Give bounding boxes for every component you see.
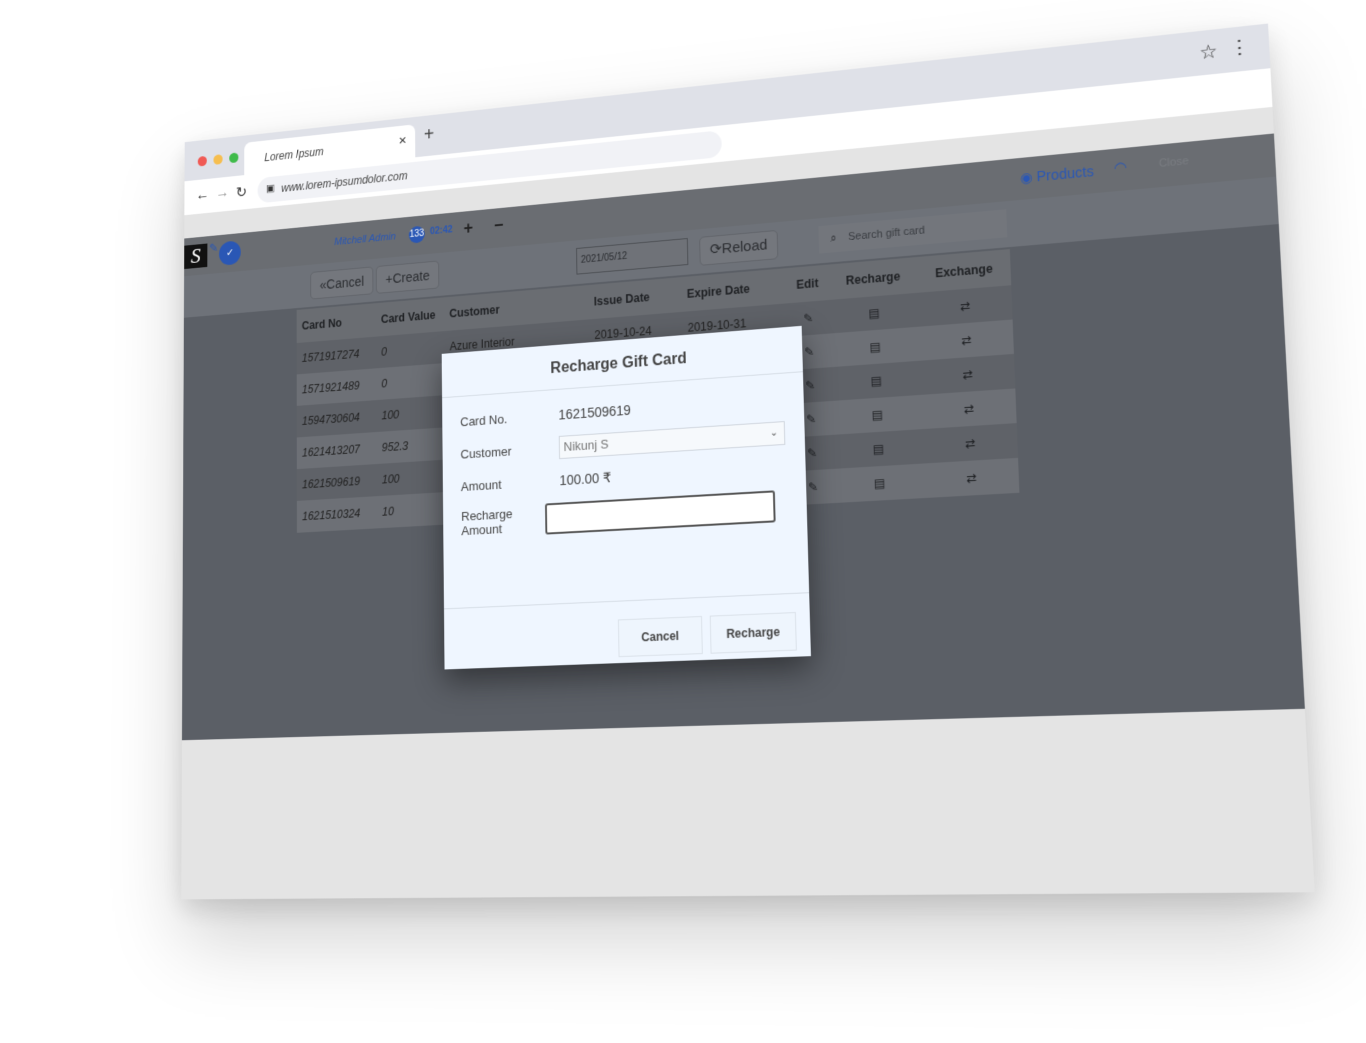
- credit-card-icon[interactable]: ▤: [830, 303, 919, 324]
- col-card-no: Card No: [301, 316, 342, 333]
- dialog-cancel-button[interactable]: Cancel: [617, 615, 703, 658]
- card-no-cell: 1621510324: [302, 506, 361, 524]
- card-value-cell: 0: [381, 345, 388, 359]
- back-button[interactable]: ←: [196, 187, 209, 204]
- customer-select[interactable]: Nikunj S ⌄: [558, 421, 786, 460]
- credit-card-icon[interactable]: ▤: [833, 405, 923, 425]
- wifi-icon: ◠: [1113, 158, 1128, 178]
- exchange-icon[interactable]: ⇄: [924, 468, 1019, 488]
- card-value-cell: 0: [381, 376, 388, 391]
- pos-app: S ✎ ✓ Mitchell Admin 133 02:42 + − ◉ Pro…: [181, 133, 1305, 741]
- card-no-cell: 1594730604: [301, 410, 360, 428]
- close-window-button[interactable]: [197, 155, 207, 167]
- credit-card-icon[interactable]: ▤: [834, 439, 924, 459]
- cancel-button[interactable]: «Cancel: [310, 266, 374, 300]
- edit-icon[interactable]: ✎: [787, 310, 830, 327]
- card-no-cell: 1571921489: [301, 378, 360, 397]
- products-label: Products: [1036, 162, 1095, 185]
- card-value-cell: 100: [381, 407, 400, 423]
- user-name[interactable]: Mitchell Admin: [334, 231, 396, 248]
- reload-button[interactable]: ↻: [236, 183, 247, 202]
- exchange-icon[interactable]: ⇄: [923, 433, 1017, 453]
- col-edit: Edit: [796, 276, 819, 292]
- col-exchange: Exchange: [934, 261, 993, 281]
- lock-icon: ▣: [266, 182, 275, 195]
- amount-label: Amount: [460, 477, 502, 495]
- eye-icon: ◉: [1019, 168, 1037, 186]
- reload-button[interactable]: ⟳Reload: [699, 229, 779, 266]
- card-no-value: 1621509619: [558, 402, 631, 423]
- url-text: www.lorem-ipsumdolor.com: [281, 169, 408, 195]
- remove-order-button[interactable]: −: [494, 215, 504, 236]
- col-expire-date: Expire Date: [686, 281, 751, 301]
- credit-card-icon[interactable]: ▤: [832, 371, 922, 391]
- recharge-amount-input[interactable]: [544, 490, 776, 535]
- credit-card-icon[interactable]: ▤: [831, 337, 921, 358]
- bookmark-star-icon[interactable]: ☆: [1199, 40, 1218, 65]
- col-recharge: Recharge: [845, 269, 901, 288]
- col-card-value: Card Value: [380, 308, 436, 326]
- window-controls: [197, 152, 239, 167]
- dialog-recharge-button[interactable]: Recharge: [709, 612, 797, 654]
- page-bottom-area: [181, 708, 1315, 900]
- pencil-icon[interactable]: ✎: [209, 241, 218, 256]
- forward-button[interactable]: →: [216, 185, 229, 203]
- close-tab-icon[interactable]: ×: [399, 133, 407, 149]
- card-no-cell: 1621413207: [301, 442, 360, 460]
- order-time: 02:42: [429, 224, 453, 238]
- add-order-button[interactable]: +: [464, 218, 474, 238]
- browser-menu-icon[interactable]: ⋮: [1229, 36, 1251, 61]
- exchange-icon[interactable]: ⇄: [921, 364, 1015, 385]
- card-value-cell: 100: [381, 472, 400, 487]
- amount-value: 100.00 ₹: [559, 469, 612, 489]
- dialog-body: Card No. 1621509619 Customer Nikunj S ⌄ …: [442, 372, 810, 610]
- products-link[interactable]: ◉ Products: [1020, 163, 1094, 187]
- create-button[interactable]: +Create: [375, 260, 440, 294]
- recharge-amount-label: Recharge Amount: [461, 506, 513, 539]
- col-customer: Customer: [449, 303, 500, 321]
- card-value-cell: 10: [382, 504, 394, 519]
- close-link[interactable]: Close: [1158, 155, 1189, 170]
- card-no-cell: 1621509619: [302, 474, 361, 492]
- customer-selected-value: Nikunj S: [563, 436, 609, 455]
- minimize-window-button[interactable]: [213, 154, 223, 165]
- new-tab-button[interactable]: +: [424, 124, 434, 146]
- card-no-label: Card No.: [460, 411, 508, 429]
- tab-title: Lorem Ipsum: [264, 145, 324, 165]
- search-icon: ⌕: [830, 232, 837, 245]
- credit-card-icon[interactable]: ▤: [835, 474, 925, 493]
- recharge-gift-card-dialog: Recharge Gift Card Card No. 1621509619 C…: [441, 325, 811, 670]
- search-input[interactable]: ⌕ Search gift card: [818, 209, 1008, 254]
- customer-label: Customer: [460, 443, 512, 462]
- exchange-icon[interactable]: ⇄: [920, 330, 1014, 351]
- col-issue-date: Issue Date: [593, 290, 650, 309]
- browser-window: Lorem Ipsum × + ☆ ⋮ ← → ↻ ▣ www.lorem-ip…: [181, 23, 1315, 900]
- exchange-icon[interactable]: ⇄: [919, 295, 1013, 316]
- maximize-window-button[interactable]: [229, 152, 239, 164]
- search-placeholder: Search gift card: [847, 224, 925, 244]
- order-count-badge[interactable]: 133: [408, 225, 425, 244]
- gauge-icon[interactable]: ✓: [218, 240, 241, 266]
- card-no-cell: 1571917274: [301, 347, 360, 365]
- chevron-down-icon: ⌄: [769, 427, 779, 439]
- scene: Lorem Ipsum × + ☆ ⋮ ← → ↻ ▣ www.lorem-ip…: [0, 0, 1366, 1043]
- app-logo: S: [184, 243, 208, 270]
- card-value-cell: 952.3: [381, 439, 409, 455]
- date-input[interactable]: 2021/05/12: [576, 237, 689, 275]
- exchange-icon[interactable]: ⇄: [922, 399, 1016, 419]
